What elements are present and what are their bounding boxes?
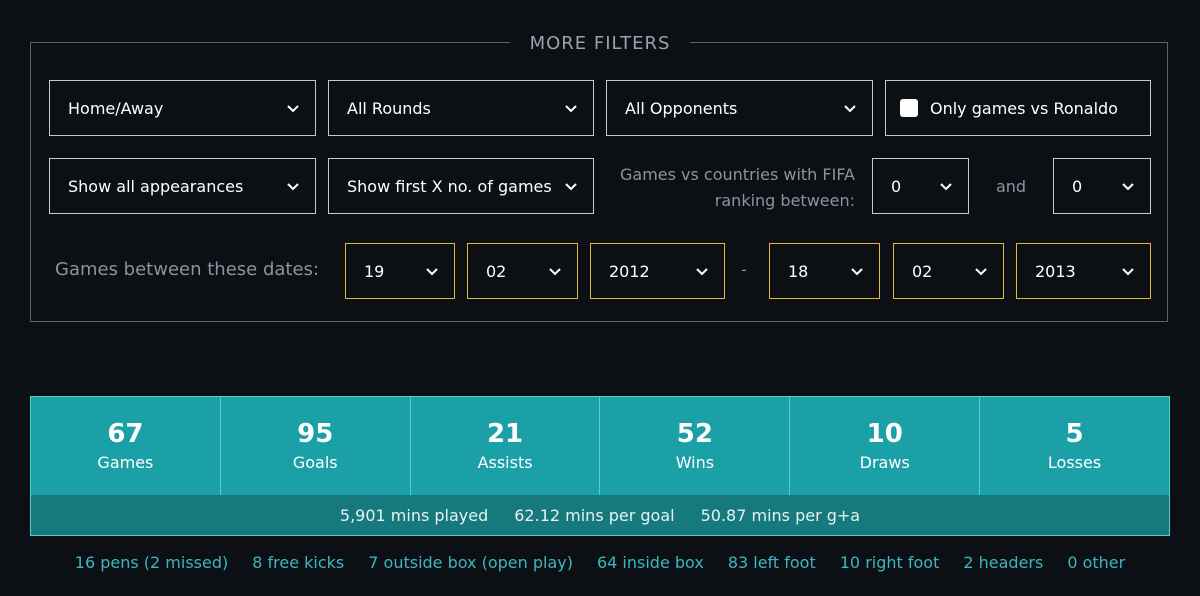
stat-value: 52 <box>676 419 713 449</box>
start-month-value: 02 <box>486 261 507 281</box>
stat-value: 5 <box>1065 419 1084 449</box>
appearances-select[interactable]: Show all appearances <box>49 158 316 214</box>
opponents-select[interactable]: All Opponents <box>606 80 873 136</box>
end-year-select[interactable]: 2013 <box>1016 243 1151 299</box>
stat-value: 95 <box>297 419 334 449</box>
stat-label: Wins <box>675 453 715 472</box>
chevron-down-icon <box>1120 178 1136 194</box>
start-year-select[interactable]: 2012 <box>590 243 725 299</box>
start-day-value: 19 <box>364 261 385 281</box>
chevron-down-icon <box>285 100 301 116</box>
chevron-down-icon <box>563 178 579 194</box>
fifa-from-value: 0 <box>891 176 902 196</box>
end-month-value: 02 <box>912 261 933 281</box>
goal-type-item[interactable]: 10 right foot <box>840 553 940 572</box>
vs-ronaldo-toggle[interactable]: Only games vs Ronaldo <box>885 80 1151 136</box>
fifa-ranking-label-line1: Games vs countries with FIFA <box>619 165 855 184</box>
rounds-select[interactable]: All Rounds <box>328 80 594 136</box>
start-year-value: 2012 <box>609 261 650 281</box>
stat-label: Goals <box>292 453 338 472</box>
home-away-value: Home/Away <box>68 98 164 118</box>
chevron-down-icon <box>1120 263 1136 279</box>
stat-value: 21 <box>486 419 524 449</box>
stat-label: Games <box>97 453 154 472</box>
chevron-down-icon <box>563 100 579 116</box>
goal-type-item[interactable]: 8 free kicks <box>252 553 344 572</box>
appearances-value: Show all appearances <box>68 176 244 196</box>
stat-draws: 10 Draws <box>790 397 981 495</box>
stat-games: 67 Games <box>31 397 221 495</box>
stat-label: Draws <box>859 453 910 472</box>
stat-value: 67 <box>107 419 144 449</box>
chevron-down-icon <box>842 100 858 116</box>
fifa-to-value: 0 <box>1072 176 1083 196</box>
goal-type-item[interactable]: 0 other <box>1067 553 1125 572</box>
goal-type-item[interactable]: 2 headers <box>963 553 1043 572</box>
start-day-select[interactable]: 19 <box>345 243 455 299</box>
fifa-from-select[interactable]: 0 <box>872 158 969 214</box>
end-day-select[interactable]: 18 <box>769 243 880 299</box>
stat-goals: 95 Goals <box>221 397 411 495</box>
stat-cells: 67 Games 95 Goals 21 Assists 52 Wins 10 … <box>31 397 1169 495</box>
stat-assists: 21 Assists <box>411 397 601 495</box>
vs-ronaldo-label: Only games vs Ronaldo <box>930 98 1118 118</box>
date-range-dash: - <box>741 260 747 279</box>
fifa-ranking-label-line2: ranking between: <box>714 191 855 210</box>
rounds-value: All Rounds <box>347 98 431 118</box>
home-away-select[interactable]: Home/Away <box>49 80 316 136</box>
goal-type-item[interactable]: 16 pens (2 missed) <box>75 553 228 572</box>
fifa-to-select[interactable]: 0 <box>1053 158 1151 214</box>
chevron-down-icon <box>424 263 440 279</box>
goal-type-item[interactable]: 64 inside box <box>597 553 704 572</box>
stat-value: 10 <box>866 419 903 449</box>
opponents-value: All Opponents <box>625 98 738 118</box>
dates-label: Games between these dates: <box>55 259 319 280</box>
goal-types-list: 16 pens (2 missed) 8 free kicks 7 outsid… <box>0 548 1200 576</box>
first-x-games-value: Show first X no. of games <box>347 176 552 196</box>
chevron-down-icon <box>849 263 865 279</box>
mins-played: 5,901 mins played <box>339 505 489 525</box>
mins-per-ga: 50.87 mins per g+a <box>700 505 861 525</box>
end-month-select[interactable]: 02 <box>893 243 1004 299</box>
chevron-down-icon <box>973 263 989 279</box>
fifa-ranking-label: Games vs countries with FIFA ranking bet… <box>600 162 855 214</box>
end-day-value: 18 <box>788 261 809 281</box>
minutes-summary: 5,901 mins played 62.12 mins per goal 50… <box>31 495 1169 535</box>
start-month-select[interactable]: 02 <box>467 243 578 299</box>
chevron-down-icon <box>938 178 954 194</box>
vs-ronaldo-checkbox[interactable] <box>900 99 918 117</box>
stats-panel: 67 Games 95 Goals 21 Assists 52 Wins 10 … <box>30 396 1170 536</box>
chevron-down-icon <box>694 263 710 279</box>
more-filters-title: MORE FILTERS <box>510 32 690 56</box>
stat-losses: 5 Losses <box>980 397 1169 495</box>
chevron-down-icon <box>285 178 301 194</box>
first-x-games-select[interactable]: Show first X no. of games <box>328 158 594 214</box>
goal-type-item[interactable]: 83 left foot <box>728 553 816 572</box>
stat-label: Losses <box>1047 453 1102 472</box>
chevron-down-icon <box>547 263 563 279</box>
end-year-value: 2013 <box>1035 261 1076 281</box>
goal-type-item[interactable]: 7 outside box (open play) <box>368 553 573 572</box>
stat-label: Assists <box>477 453 533 472</box>
stat-wins: 52 Wins <box>600 397 791 495</box>
and-label: and <box>995 177 1027 196</box>
mins-per-goal: 62.12 mins per goal <box>514 505 675 525</box>
